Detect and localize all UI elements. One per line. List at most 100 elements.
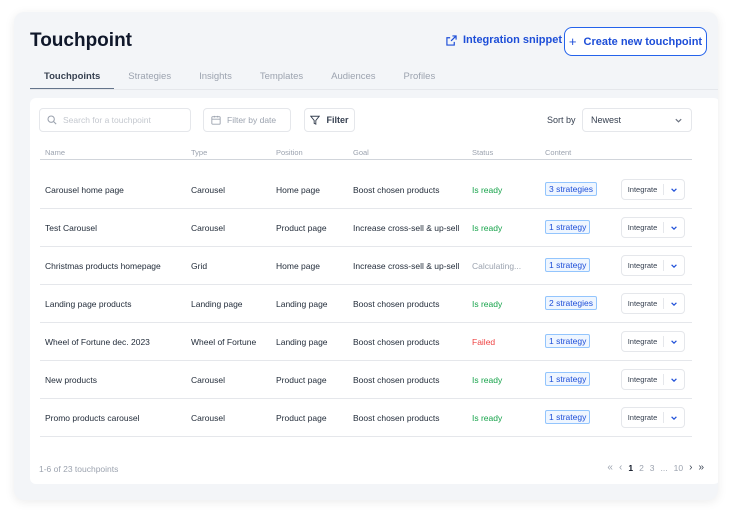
chevron-down-icon[interactable]: [664, 300, 684, 308]
chevron-down-icon[interactable]: [664, 262, 684, 270]
table-row[interactable]: Test Carousel Carousel Product page Increas…: [40, 209, 692, 247]
filter-button[interactable]: Filter: [304, 108, 355, 132]
content-strategy-badge[interactable]: 2 strategies: [545, 296, 597, 310]
cell-status: Is ready: [472, 185, 503, 195]
tab-touchpoints[interactable]: Touchpoints: [30, 68, 115, 90]
cell-name: Wheel of Fortune dec. 2023: [45, 337, 150, 347]
page-3[interactable]: 3: [650, 463, 655, 473]
page-10[interactable]: 10: [674, 463, 683, 473]
table-row[interactable]: Promo products carousel Carousel Product p…: [40, 399, 692, 437]
table-row[interactable]: Carousel home page Carousel Home page Boost…: [40, 171, 692, 209]
integrate-split-button[interactable]: Integrate: [621, 179, 685, 200]
cell-name: Test Carousel: [45, 223, 97, 233]
cell-status: Calculating...: [472, 261, 522, 271]
column-header-name: Name: [45, 148, 66, 157]
cell-name: Carousel home page: [45, 185, 124, 195]
pagination: « ‹ 1 2 3 ... 10 › »: [607, 462, 704, 473]
cell-type: Carousel: [191, 185, 226, 195]
chevron-down-icon[interactable]: [664, 376, 684, 384]
cell-name: Landing page products: [45, 299, 132, 309]
tab-audiences[interactable]: Audiences: [317, 68, 389, 90]
column-header-goal: Goal: [353, 148, 369, 157]
table-row[interactable]: Landing page products Landing page Landing…: [40, 285, 692, 323]
table-header: Name Type Position Goal Status Content: [40, 146, 692, 160]
date-filter-label: Filter by date: [227, 115, 277, 125]
pagination-summary: 1-6 of 23 touchpoints: [39, 464, 119, 474]
integrate-split-button[interactable]: Integrate: [621, 293, 685, 314]
content-strategy-badge[interactable]: 1 strategy: [545, 372, 591, 386]
first-page-icon[interactable]: «: [607, 462, 613, 473]
cell-position: Home page: [276, 185, 320, 195]
cell-position: Landing page: [276, 299, 328, 309]
cell-status: Failed: [472, 337, 496, 347]
next-page-icon[interactable]: ›: [689, 462, 692, 473]
table-row[interactable]: Wheel of Fortune dec. 2023 Wheel of Fortu…: [40, 323, 692, 361]
search-box[interactable]: [39, 108, 191, 132]
table-row[interactable]: New products Carousel Product page Boost ch…: [40, 361, 692, 399]
funnel-icon: [310, 115, 321, 125]
tab-profiles[interactable]: Profiles: [390, 68, 450, 90]
prev-page-icon[interactable]: ‹: [619, 462, 622, 473]
cell-goal: Increase cross-sell & up-sell: [353, 223, 460, 233]
filter-label: Filter: [326, 115, 349, 125]
content-strategy-badge[interactable]: 1 strategy: [545, 334, 591, 348]
cell-status: Is ready: [472, 223, 503, 233]
chevron-down-icon[interactable]: [664, 224, 684, 232]
cell-status: Is ready: [472, 413, 503, 423]
tab-insights[interactable]: Insights: [185, 68, 246, 90]
integration-snippet-link[interactable]: Integration snippet: [446, 34, 562, 46]
integrate-split-button[interactable]: Integrate: [621, 217, 685, 238]
chevron-down-icon: [675, 118, 682, 123]
content-strategy-badge[interactable]: 1 strategy: [545, 258, 591, 272]
search-input[interactable]: [63, 115, 183, 125]
chevron-down-icon[interactable]: [664, 338, 684, 346]
chevron-down-icon[interactable]: [664, 414, 684, 422]
date-filter[interactable]: Filter by date: [203, 108, 291, 132]
cell-type: Landing page: [191, 299, 243, 309]
cell-status: Is ready: [472, 375, 503, 385]
table-row[interactable]: Christmas products homepage Grid Home page…: [40, 247, 692, 285]
integrate-button[interactable]: Integrate: [622, 374, 664, 385]
cell-type: Grid: [191, 261, 208, 271]
integrate-button[interactable]: Integrate: [622, 260, 664, 271]
cell-position: Product page: [276, 413, 327, 423]
app-window: Touchpoint Integration snippet + Create …: [14, 12, 718, 500]
cell-position: Product page: [276, 375, 327, 385]
tab-templates[interactable]: Templates: [246, 68, 317, 90]
chevron-down-icon[interactable]: [664, 186, 684, 194]
last-page-icon[interactable]: »: [698, 462, 704, 473]
sort-select[interactable]: Newest: [582, 108, 692, 132]
cell-type: Carousel: [191, 223, 226, 233]
touchpoints-card: Filter by date Filter Sort by Newest Nam…: [30, 98, 718, 484]
tab-divider: [30, 89, 718, 90]
content-strategy-badge[interactable]: 1 strategy: [545, 410, 591, 424]
cell-goal: Boost chosen products: [353, 299, 440, 309]
integrate-split-button[interactable]: Integrate: [621, 331, 685, 352]
integrate-split-button[interactable]: Integrate: [621, 369, 685, 390]
column-header-type: Type: [191, 148, 208, 157]
page-1[interactable]: 1: [628, 463, 633, 473]
cell-name: Promo products carousel: [45, 413, 140, 423]
cell-type: Carousel: [191, 413, 226, 423]
page-ellipsis: ...: [660, 462, 668, 473]
integrate-button[interactable]: Integrate: [622, 222, 664, 233]
cell-goal: Boost chosen products: [353, 185, 440, 195]
create-touchpoint-label: Create new touchpoint: [583, 35, 703, 48]
integrate-button[interactable]: Integrate: [622, 298, 664, 309]
integrate-split-button[interactable]: Integrate: [621, 407, 685, 428]
search-icon: [47, 115, 57, 125]
cell-status: Is ready: [472, 299, 503, 309]
tab-strategies[interactable]: Strategies: [114, 68, 185, 90]
integrate-button[interactable]: Integrate: [622, 336, 664, 347]
page-2[interactable]: 2: [639, 463, 644, 473]
content-strategy-badge[interactable]: 3 strategies: [545, 182, 597, 196]
tab-bar: Touchpoints Strategies Insights Template…: [30, 68, 449, 90]
content-strategy-badge[interactable]: 1 strategy: [545, 220, 591, 234]
cell-position: Product page: [276, 223, 327, 233]
cell-goal: Increase cross-sell & up-sell: [353, 261, 460, 271]
create-touchpoint-button[interactable]: + Create new touchpoint: [564, 27, 707, 56]
integrate-split-button[interactable]: Integrate: [621, 255, 685, 276]
integrate-button[interactable]: Integrate: [622, 184, 664, 195]
cell-name: Christmas products homepage: [45, 261, 161, 271]
integrate-button[interactable]: Integrate: [622, 412, 664, 423]
